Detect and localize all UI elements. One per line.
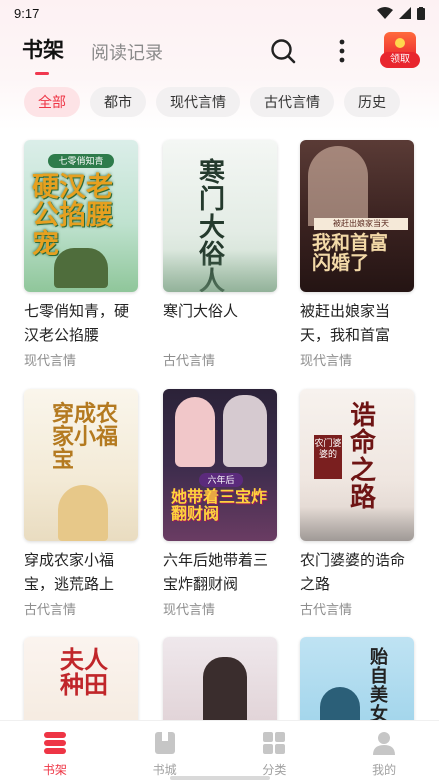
cover-illustration xyxy=(58,485,108,541)
book-card[interactable]: 寒门大俗人 寒门大俗人 古代言情 xyxy=(163,140,279,369)
cover-badge: 农门婆婆的 xyxy=(314,435,342,479)
gesture-handle xyxy=(170,776,270,780)
profile-icon xyxy=(373,732,396,755)
book-cover[interactable]: 被赶出娘家当天 我和首富闪婚了 xyxy=(300,140,414,292)
book-cover[interactable]: 穿成农家小福宝 xyxy=(24,389,138,541)
book-genre: 现代言情 xyxy=(24,353,77,368)
book-genre: 古代言情 xyxy=(24,602,77,617)
status-time: 9:17 xyxy=(14,5,40,21)
cover-title: 夫人种田 xyxy=(60,645,108,700)
cover-illustration xyxy=(300,507,414,541)
cover-title: 硬汉老公掐腰宠 xyxy=(32,172,113,260)
tab-bookshelf[interactable]: 书架 xyxy=(22,34,64,64)
active-tab-indicator xyxy=(35,72,49,75)
book-cover[interactable]: 农门婆婆的 诰命之路 xyxy=(300,389,414,541)
nav-category[interactable]: 分类 xyxy=(220,721,330,782)
status-icons xyxy=(377,6,425,20)
cover-title: 她带着三宝炸翻财阀 xyxy=(171,487,268,523)
cover-illustration xyxy=(163,250,277,292)
book-card[interactable]: 六年后 她带着三宝炸翻财阀 六年后她带着三宝炸翻财阀 现代言情 xyxy=(163,389,279,618)
bookshelf-icon xyxy=(43,732,66,754)
filter-chip-urban[interactable]: 都市 xyxy=(90,87,146,117)
book-genre: 现代言情 xyxy=(163,602,216,617)
cover-illustration xyxy=(223,395,267,467)
bookstore-icon xyxy=(154,732,175,754)
book-title: 农门婆婆的诰命之路 xyxy=(300,552,406,593)
category-grid-icon xyxy=(263,732,286,754)
book-title: 被赶出娘家当天，我和首富 xyxy=(300,303,391,344)
book-genre: 古代言情 xyxy=(163,353,216,368)
book-title: 六年后她带着三宝炸翻财阀 xyxy=(163,552,269,593)
signal-icon xyxy=(399,7,411,19)
battery-icon xyxy=(417,6,425,20)
cover-illustration xyxy=(203,657,247,727)
book-card[interactable]: 被赶出娘家当天 我和首富闪婚了 被赶出娘家当天，我和首富 现代言情 xyxy=(300,140,416,369)
book-title: 穿成农家小福宝，逃荒路上 xyxy=(24,552,115,593)
book-cover[interactable]: 寒门大俗人 xyxy=(163,140,277,292)
app-header: 书架 阅读记录 领取 xyxy=(0,30,439,75)
book-card[interactable]: 穿成农家小福宝 穿成农家小福宝，逃荒路上 古代言情 xyxy=(24,389,140,618)
cover-title: 我和首富闪婚了 xyxy=(312,232,389,274)
book-cover[interactable]: 七零俏知青 硬汉老公掐腰宠 xyxy=(24,140,138,292)
book-title: 寒门大俗人 xyxy=(163,303,239,320)
cover-badge: 六年后 xyxy=(199,473,243,487)
filter-chip-history[interactable]: 历史 xyxy=(344,87,400,117)
filter-chip-modern-romance[interactable]: 现代言情 xyxy=(156,87,240,117)
category-filter-bar: 全部 都市 现代言情 古代言情 历史 xyxy=(24,87,400,117)
cover-title: 诰命之路 xyxy=(350,401,377,513)
cover-title: 穿成农家小福宝 xyxy=(52,401,119,474)
tab-reading-history[interactable]: 阅读记录 xyxy=(91,39,163,65)
filter-chip-all[interactable]: 全部 xyxy=(24,87,80,117)
bottom-navigation: 书架 书城 分类 我的 xyxy=(0,720,439,782)
nav-label: 我的 xyxy=(372,763,397,777)
filter-chip-ancient-romance[interactable]: 古代言情 xyxy=(250,87,334,117)
nav-label: 书架 xyxy=(42,763,67,777)
book-genre: 现代言情 xyxy=(300,353,353,368)
wifi-icon xyxy=(377,7,393,19)
book-title: 七零俏知青，硬汉老公掐腰 xyxy=(24,303,130,344)
claim-reward-button[interactable]: 领取 xyxy=(380,32,420,70)
more-options-icon[interactable] xyxy=(332,38,352,64)
cover-illustration xyxy=(308,146,368,226)
status-bar: 9:17 xyxy=(0,0,439,26)
nav-bookstore[interactable]: 书城 xyxy=(110,721,220,782)
cover-illustration xyxy=(54,248,108,288)
claim-reward-label: 领取 xyxy=(380,52,420,68)
cover-badge: 七零俏知青 xyxy=(48,154,114,168)
cover-badge: 被赶出娘家当天 xyxy=(314,218,408,230)
nav-bookshelf[interactable]: 书架 xyxy=(0,721,110,782)
nav-profile[interactable]: 我的 xyxy=(329,721,439,782)
cover-illustration xyxy=(175,397,215,467)
book-genre: 古代言情 xyxy=(300,602,353,617)
book-cover[interactable]: 六年后 她带着三宝炸翻财阀 xyxy=(163,389,277,541)
search-icon[interactable] xyxy=(270,38,296,64)
book-card[interactable]: 七零俏知青 硬汉老公掐腰宠 七零俏知青，硬汉老公掐腰 现代言情 xyxy=(24,140,140,369)
book-card[interactable]: 农门婆婆的 诰命之路 农门婆婆的诰命之路 古代言情 xyxy=(300,389,416,618)
